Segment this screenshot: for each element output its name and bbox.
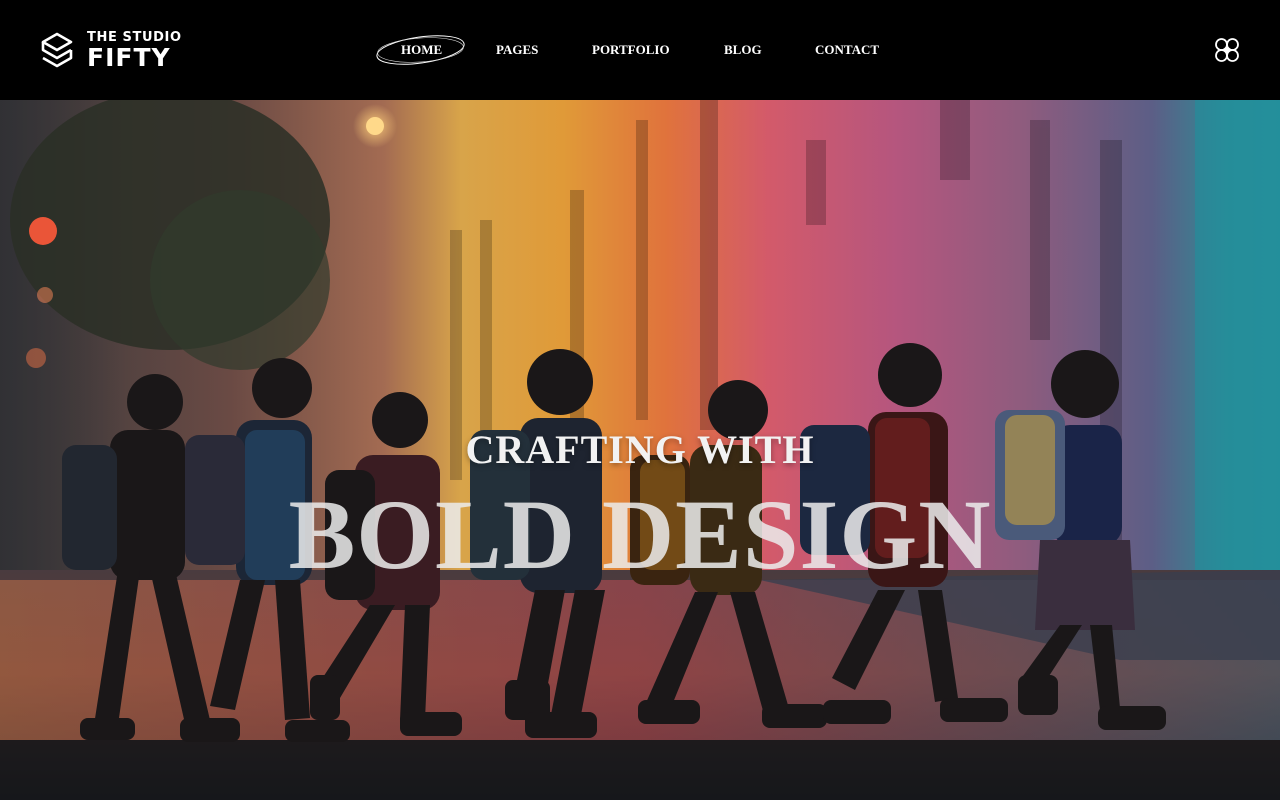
nav-portfolio[interactable]: PORTFOLIO: [592, 38, 670, 62]
nav-contact[interactable]: CONTACT: [815, 38, 879, 62]
flower-menu-icon: [1215, 38, 1239, 62]
nav-home[interactable]: HOME: [401, 38, 442, 62]
hero-heading-line2: BOLD DESIGN: [288, 479, 992, 590]
hero-heading-line1: CRAFTING WITH: [465, 427, 815, 472]
nav-blog[interactable]: BLOG: [724, 38, 762, 62]
nav-pages[interactable]: PAGES: [496, 38, 538, 62]
hero-heading: CRAFTING WITH BOLD DESIGN: [0, 100, 1280, 800]
menu-button[interactable]: [1213, 36, 1241, 64]
site-header: THE STUDIO FIFTY HOME PAGES PORTFOLIO BL…: [0, 0, 1280, 100]
hero-section: CRAFTING WITH BOLD DESIGN: [0, 100, 1280, 800]
main-nav: HOME PAGES PORTFOLIO BLOG CONTACT: [0, 38, 1280, 62]
